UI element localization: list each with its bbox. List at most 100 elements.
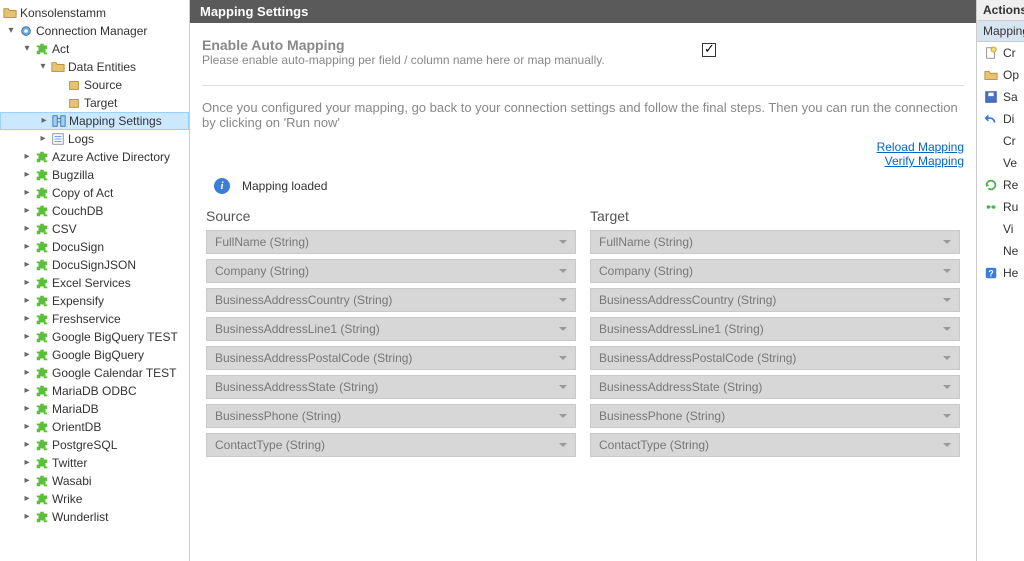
target-field-combo[interactable]: BusinessAddressCountry (String) (590, 288, 960, 312)
chevron-down-icon[interactable]: ▾ (4, 25, 18, 37)
tree-connection-node[interactable]: ▸OrientDB (0, 418, 189, 436)
chevron-right-icon[interactable]: ▸ (20, 223, 34, 235)
chevron-right-icon[interactable]: ▸ (20, 367, 34, 379)
target-field-combo[interactable]: BusinessAddressPostalCode (String) (590, 346, 960, 370)
puzzle-icon (34, 221, 50, 237)
action-item[interactable]: Ne (977, 240, 1024, 262)
chevron-right-icon[interactable]: ▸ (20, 187, 34, 199)
verify-mapping-link[interactable]: Verify Mapping (202, 154, 964, 168)
tree-data-entities[interactable]: ▾ Data Entities (0, 58, 189, 76)
chevron-right-icon[interactable]: ▸ (20, 259, 34, 271)
action-item[interactable]: Re (977, 174, 1024, 196)
chevron-right-icon[interactable]: ▸ (20, 313, 34, 325)
target-field-combo[interactable]: ContactType (String) (590, 433, 960, 457)
tree-connection-node[interactable]: ▸DocuSign (0, 238, 189, 256)
action-item[interactable]: Cr (977, 42, 1024, 64)
chevron-right-icon[interactable]: ▸ (20, 475, 34, 487)
chevron-down-icon[interactable]: ▾ (20, 43, 34, 55)
tree-connection-node[interactable]: ▸Wrike (0, 490, 189, 508)
action-item[interactable]: Vi (977, 218, 1024, 240)
target-field-combo[interactable]: BusinessAddressLine1 (String) (590, 317, 960, 341)
tree-mapping-settings[interactable]: ▸ Mapping Settings (0, 112, 189, 130)
source-field-combo[interactable]: BusinessAddressLine1 (String) (206, 317, 576, 341)
tree-connection-node[interactable]: ▸Google BigQuery TEST (0, 328, 189, 346)
tree-connection-node[interactable]: ▸ Excel Services (0, 274, 189, 292)
enable-auto-mapping-checkbox[interactable] (702, 43, 716, 57)
tree-connection-node[interactable]: ▸DocuSignJSON (0, 256, 189, 274)
action-item[interactable]: ?He (977, 262, 1024, 284)
chevron-right-icon[interactable]: ▸ (36, 133, 50, 145)
tree-connection-node[interactable]: ▸Expensify (0, 292, 189, 310)
blank-icon (983, 221, 999, 237)
tree-connection-node[interactable]: ▸Google Calendar TEST (0, 364, 189, 382)
tree-label: Target (84, 96, 117, 110)
action-label: Cr (1003, 46, 1016, 60)
tree-connection-node[interactable]: ▸ Wunderlist (0, 508, 189, 526)
tree-connection-node[interactable]: ▸PostgreSQL (0, 436, 189, 454)
source-field-combo[interactable]: BusinessAddressPostalCode (String) (206, 346, 576, 370)
tree-connection-node[interactable]: ▸CSV (0, 220, 189, 238)
chevron-right-icon[interactable]: ▸ (20, 349, 34, 361)
save-icon (983, 89, 999, 105)
tree-target[interactable]: Target (0, 94, 189, 112)
tree-label: Excel Services (52, 276, 131, 290)
chevron-right-icon[interactable]: ▸ (20, 511, 34, 523)
chevron-right-icon[interactable]: ▸ (20, 277, 34, 289)
action-label: He (1003, 266, 1018, 280)
tree-connection-node[interactable]: ▸CouchDB (0, 202, 189, 220)
chevron-right-icon[interactable]: ▸ (20, 457, 34, 469)
source-field-combo[interactable]: ContactType (String) (206, 433, 576, 457)
source-field-combo[interactable]: BusinessPhone (String) (206, 404, 576, 428)
chevron-right-icon[interactable]: ▸ (20, 241, 34, 253)
tree-connection-node[interactable]: ▸Google BigQuery (0, 346, 189, 364)
puzzle-icon (34, 455, 50, 471)
tree-label: Logs (68, 132, 94, 146)
action-label: Ve (1003, 156, 1017, 170)
action-item[interactable]: Sa (977, 86, 1024, 108)
source-field-combo[interactable]: BusinessAddressCountry (String) (206, 288, 576, 312)
chevron-right-icon[interactable]: ▸ (20, 169, 34, 181)
target-field-combo[interactable]: Company (String) (590, 259, 960, 283)
chevron-right-icon[interactable]: ▸ (20, 151, 34, 163)
chevron-right-icon[interactable]: ▸ (37, 115, 51, 127)
tree-connection-node[interactable]: ▸Freshservice (0, 310, 189, 328)
tree-connection-node[interactable]: ▸Azure Active Directory (0, 148, 189, 166)
target-field-combo[interactable]: FullName (String) (590, 230, 960, 254)
puzzle-icon (34, 149, 50, 165)
chevron-right-icon[interactable]: ▸ (20, 331, 34, 343)
puzzle-icon (34, 203, 50, 219)
reload-mapping-link[interactable]: Reload Mapping (202, 140, 964, 154)
tree-connection-node[interactable]: ▸Bugzilla (0, 166, 189, 184)
action-item[interactable]: Ru (977, 196, 1024, 218)
chevron-right-icon[interactable]: ▸ (20, 205, 34, 217)
tree-connection-node[interactable]: ▸MariaDB (0, 400, 189, 418)
tree-connection-node[interactable]: ▸Twitter (0, 454, 189, 472)
refresh-icon (983, 177, 999, 193)
chevron-right-icon[interactable]: ▸ (20, 295, 34, 307)
tree-connection-node[interactable]: ▸Copy of Act (0, 184, 189, 202)
chevron-right-icon[interactable]: ▸ (20, 493, 34, 505)
chevron-right-icon[interactable]: ▸ (20, 421, 34, 433)
chevron-down-icon[interactable]: ▾ (36, 61, 50, 73)
source-field-combo[interactable]: BusinessAddressState (String) (206, 375, 576, 399)
tree-label: Wunderlist (52, 510, 108, 524)
target-field-combo[interactable]: BusinessPhone (String) (590, 404, 960, 428)
action-item[interactable]: Di (977, 108, 1024, 130)
tree-root[interactable]: Konsolenstamm (0, 4, 189, 22)
tree-source[interactable]: Source (0, 76, 189, 94)
tree-connection-node[interactable]: ▸MariaDB ODBC (0, 382, 189, 400)
action-label: Re (1003, 178, 1018, 192)
tree-act[interactable]: ▾ Act (0, 40, 189, 58)
chevron-right-icon[interactable]: ▸ (20, 439, 34, 451)
chevron-right-icon[interactable]: ▸ (20, 385, 34, 397)
tree-connection-node[interactable]: ▸Wasabi (0, 472, 189, 490)
action-item[interactable]: Ve (977, 152, 1024, 174)
action-item[interactable]: Op (977, 64, 1024, 86)
source-field-combo[interactable]: Company (String) (206, 259, 576, 283)
tree-connection-manager[interactable]: ▾ Connection Manager (0, 22, 189, 40)
chevron-right-icon[interactable]: ▸ (20, 403, 34, 415)
tree-logs[interactable]: ▸ Logs (0, 130, 189, 148)
target-field-combo[interactable]: BusinessAddressState (String) (590, 375, 960, 399)
source-field-combo[interactable]: FullName (String) (206, 230, 576, 254)
action-item[interactable]: Cr (977, 130, 1024, 152)
